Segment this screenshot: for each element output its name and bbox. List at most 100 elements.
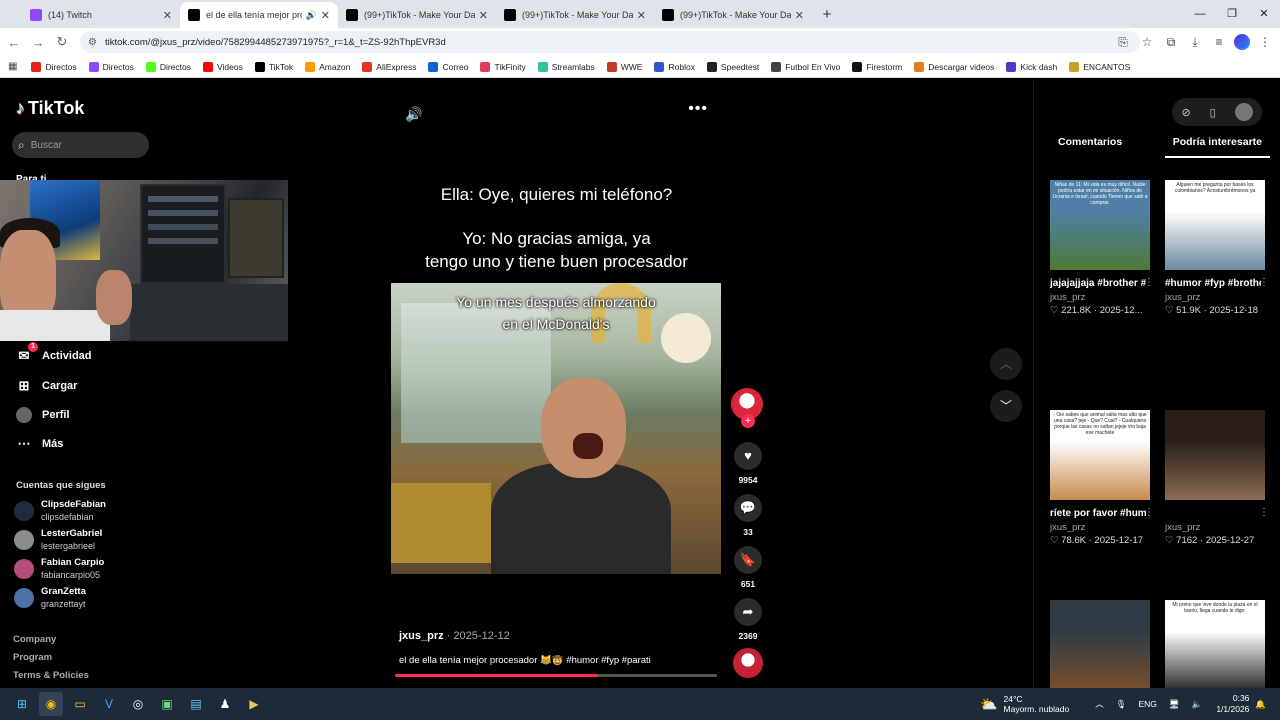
explore-icon[interactable]: ⊘ bbox=[1181, 106, 1190, 119]
sidebar-item-cargar[interactable]: ⊞ Cargar bbox=[16, 378, 78, 394]
card-user[interactable]: jxus_prz bbox=[1165, 521, 1265, 534]
music-disc-icon[interactable] bbox=[733, 648, 763, 678]
chevron-up-icon[interactable]: ︿ bbox=[1095, 698, 1104, 710]
minimize-icon[interactable]: — bbox=[1184, 0, 1216, 28]
extensions-icon[interactable]: ⧉ bbox=[1162, 32, 1180, 52]
new-tab-button[interactable]: + bbox=[816, 4, 838, 26]
windows-start-icon[interactable]: ⊞ bbox=[10, 692, 34, 716]
card-menu-icon[interactable]: ⋮ bbox=[1259, 277, 1269, 288]
app-icon[interactable]: ♟ bbox=[213, 692, 237, 716]
bookmark-item[interactable]: Firestorm bbox=[852, 61, 902, 72]
app-icon[interactable]: ▣ bbox=[155, 692, 179, 716]
profile-avatar[interactable] bbox=[1234, 34, 1250, 50]
tiktok-logo[interactable]: ♪ TikTok bbox=[16, 98, 84, 119]
video-thumbnail[interactable]: Alguien me pregunta por bases los colomb… bbox=[1165, 180, 1265, 270]
sidebar-item-mas[interactable]: ⋯ Más bbox=[16, 436, 64, 452]
following-account[interactable]: LesterGabriel lestergabrieel bbox=[14, 528, 102, 552]
notification-icon[interactable]: 🔔 bbox=[1255, 699, 1266, 710]
footer-link-terms[interactable]: Terms & Policies bbox=[13, 670, 89, 681]
browser-tab-active[interactable]: el de ella tenía mejor proce 🔊 ✕ bbox=[180, 2, 338, 28]
card-menu-icon[interactable]: ⋮ bbox=[1144, 277, 1154, 288]
previous-video-button[interactable]: ︿ bbox=[990, 348, 1022, 380]
share-button[interactable]: ➦ bbox=[734, 598, 762, 626]
file-explorer-icon[interactable]: ▭ bbox=[68, 692, 92, 716]
media-icon[interactable]: ≡ bbox=[1210, 32, 1228, 52]
bookmark-item[interactable]: TikFinity bbox=[480, 61, 526, 72]
site-info-icon[interactable]: ⚙ bbox=[88, 37, 97, 48]
save-button[interactable]: 🔖 bbox=[734, 546, 762, 574]
clock[interactable]: 0:36 1/1/2026 bbox=[1216, 693, 1249, 715]
bookmark-item[interactable]: Speedtest bbox=[706, 61, 759, 72]
search-input[interactable] bbox=[30, 139, 131, 151]
following-account[interactable]: GranZetta granzettayt bbox=[14, 586, 86, 610]
speaker-icon[interactable]: 🔊 bbox=[306, 10, 317, 21]
recommended-card[interactable]: - Oie sabes que animal salta mas alto qu… bbox=[1050, 410, 1154, 547]
card-user[interactable]: jxus_prz bbox=[1050, 521, 1150, 534]
sidebar-item-perfil[interactable]: Perfil bbox=[16, 407, 70, 423]
card-user[interactable]: jxus_prz bbox=[1050, 291, 1150, 304]
author-name[interactable]: jxus_prz bbox=[399, 630, 444, 642]
bookmark-item[interactable]: AliExpress bbox=[362, 61, 416, 72]
next-video-button[interactable]: ﹀ bbox=[990, 390, 1022, 422]
apps-grid-icon[interactable]: ▦ bbox=[8, 61, 17, 72]
bookmark-item[interactable]: Kick dash bbox=[1006, 61, 1057, 72]
weather-widget[interactable]: ⛅ 24°C Mayorm. nublado bbox=[980, 694, 1069, 714]
video-thumbnail[interactable]: Niñas de 11: Mi vida es muy difícil. Nad… bbox=[1050, 180, 1150, 270]
card-user[interactable]: jxus_prz bbox=[1165, 291, 1265, 304]
user-avatar[interactable] bbox=[1234, 103, 1253, 121]
reload-icon[interactable]: ↻ bbox=[50, 34, 74, 50]
search-box[interactable]: ⌕ bbox=[12, 132, 149, 158]
bookmark-item[interactable]: Videos bbox=[203, 61, 243, 72]
card-title[interactable]: ríete por favor #humor #comida... bbox=[1050, 506, 1146, 521]
bookmark-item[interactable]: Directos bbox=[88, 61, 134, 72]
tab-comentarios[interactable]: Comentarios bbox=[1050, 136, 1130, 158]
video-progress-bar[interactable] bbox=[395, 674, 717, 677]
install-icon[interactable]: ⎘ bbox=[1114, 32, 1132, 52]
footer-link-program[interactable]: Program bbox=[13, 652, 52, 663]
browser-tab[interactable]: (14) Twitch ✕ bbox=[22, 2, 180, 28]
close-icon[interactable]: ✕ bbox=[795, 9, 804, 22]
close-icon[interactable]: ✕ bbox=[163, 9, 172, 22]
close-window-icon[interactable]: ✕ bbox=[1248, 0, 1280, 28]
video-player[interactable]: 🔊 ••• Ella: Oye, quieres mi teléfono? Yo… bbox=[391, 100, 722, 680]
comment-button[interactable]: 💬 bbox=[734, 494, 762, 522]
app-icon[interactable]: ▶ bbox=[242, 692, 266, 716]
volume-icon[interactable]: 🔊 bbox=[405, 106, 422, 123]
chrome-icon[interactable]: ◉ bbox=[39, 692, 63, 716]
bookmark-star-icon[interactable]: ☆ bbox=[1138, 32, 1156, 52]
like-button[interactable]: ♥ bbox=[734, 442, 762, 470]
bookmark-item[interactable]: Directos bbox=[145, 61, 191, 72]
obs-icon[interactable]: ◎ bbox=[126, 692, 150, 716]
following-account[interactable]: ClipsdeFabian clipsdefabian bbox=[14, 499, 106, 523]
video-thumbnail[interactable]: Mi primo que vive donde la plaza en el b… bbox=[1165, 600, 1265, 690]
following-account[interactable]: Fabian Carpio fabiancarpio05 bbox=[14, 557, 104, 581]
sidebar-item-actividad[interactable]: ✉ 1 Actividad bbox=[16, 342, 92, 364]
bookmark-item[interactable]: Correo bbox=[428, 61, 468, 72]
browser-tab[interactable]: (99+)TikTok - Make Your Day ✕ bbox=[654, 2, 812, 28]
close-icon[interactable]: ✕ bbox=[321, 9, 330, 22]
bookmark-item[interactable]: TikTok bbox=[254, 61, 293, 72]
bookmark-item[interactable]: Futbol En Vivo bbox=[771, 61, 840, 72]
card-title[interactable]: jajajajjaja #brother #fyp #Viral #par... bbox=[1050, 276, 1146, 291]
browser-tab[interactable]: (99+)TikTok - Make Your Day ✕ bbox=[338, 2, 496, 28]
video-thumbnail[interactable]: - Oie sabes que animal salta mas alto qu… bbox=[1050, 410, 1150, 500]
back-icon[interactable]: ← bbox=[2, 35, 26, 50]
url-field[interactable]: ⚙ tiktok.com/@jxus_prz/video/75829944852… bbox=[80, 31, 1140, 53]
recommended-card[interactable]: Niñas de 11: Mi vida es muy difícil. Nad… bbox=[1050, 180, 1154, 317]
card-title[interactable]: #humor #fyp #brother #parati... bbox=[1165, 276, 1261, 291]
network-icon[interactable]: 🖥 bbox=[1169, 699, 1180, 710]
bookmark-item[interactable]: Amazon bbox=[305, 61, 350, 72]
forward-icon[interactable]: → bbox=[26, 35, 50, 50]
recommended-card[interactable]: Alguien me pregunta por bases los colomb… bbox=[1165, 180, 1269, 317]
bookmark-item[interactable]: Descargar videos bbox=[914, 61, 994, 72]
download-icon[interactable]: ⤓ bbox=[1186, 32, 1204, 52]
browser-tab[interactable]: (99+)TikTok - Make Your Day ✕ bbox=[496, 2, 654, 28]
card-menu-icon[interactable]: ⋮ bbox=[1144, 507, 1154, 518]
card-menu-icon[interactable]: ⋮ bbox=[1259, 507, 1269, 518]
video-thumbnail[interactable] bbox=[1050, 600, 1150, 690]
follow-plus-icon[interactable]: + bbox=[741, 414, 755, 428]
vegas-icon[interactable]: V bbox=[97, 692, 121, 716]
tab-podria-interesarte[interactable]: Podría interesarte bbox=[1164, 136, 1270, 158]
bookmark-item[interactable]: Directos bbox=[31, 61, 77, 72]
footer-link-company[interactable]: Company bbox=[13, 634, 56, 645]
